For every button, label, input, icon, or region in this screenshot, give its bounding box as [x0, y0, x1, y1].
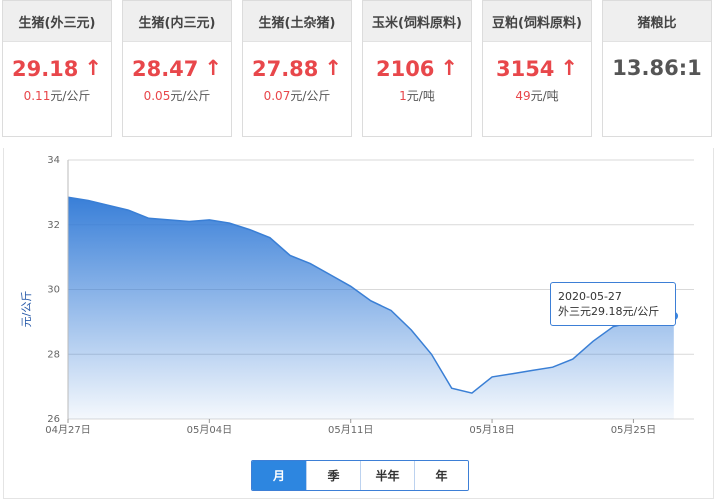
card-title: 猪粮比	[603, 1, 711, 42]
tab-half-year[interactable]: 半年	[360, 461, 414, 490]
card-unit: 元/吨	[530, 89, 559, 103]
tooltip-date: 2020-05-27	[558, 290, 622, 303]
range-tabs: 月 季 半年 年	[251, 460, 469, 491]
y-tick-label: 26	[47, 414, 60, 425]
price-cards: 生猪(外三元) 29.18 ↑ 0.11元/公斤 生猪(内三元) 28.47 ↑ 0…	[0, 0, 717, 140]
price-card-pig-grain-ratio: 猪粮比 13.86:1	[602, 0, 712, 137]
x-tick-label: 05月11日	[328, 424, 373, 436]
tab-year[interactable]: 年	[414, 461, 468, 490]
card-change: 0.07	[263, 89, 291, 103]
up-arrow-icon: ↑	[84, 56, 103, 80]
chart-tooltip: 2020-05-27 外三元29.18元/公斤	[550, 282, 676, 326]
card-price: 3154	[495, 57, 555, 81]
card-unit: 元/公斤	[290, 89, 331, 103]
card-price: 27.88	[251, 57, 319, 81]
tab-quarter[interactable]: 季	[306, 461, 360, 490]
x-tick-label: 05月18日	[469, 424, 514, 436]
card-unit: 元/公斤	[50, 89, 91, 103]
y-axis-label: 元/公斤	[20, 291, 33, 328]
card-title: 生猪(土杂猪)	[243, 1, 351, 42]
price-card-corn: 玉米(饲料原料) 2106 ↑ 1元/吨	[362, 0, 472, 137]
tooltip-value: 外三元29.18元/公斤	[558, 305, 660, 318]
card-unit: 元/吨	[406, 89, 435, 103]
card-title: 生猪(外三元)	[3, 1, 111, 42]
card-title: 豆粕(饲料原料)	[483, 1, 591, 42]
card-change: 0.11	[23, 89, 51, 103]
x-tick-label: 05月04日	[187, 424, 232, 436]
up-arrow-icon: ↑	[440, 56, 459, 80]
card-change: 0.05	[143, 89, 171, 103]
y-tick-label: 28	[47, 349, 60, 360]
y-tick-label: 32	[47, 220, 60, 231]
up-arrow-icon: ↑	[204, 56, 223, 80]
x-tick-label: 04月27日	[45, 424, 90, 436]
up-arrow-icon: ↑	[324, 56, 343, 80]
card-price: 2106	[375, 57, 435, 81]
tab-month[interactable]: 月	[252, 461, 306, 490]
x-tick-label: 05月25日	[611, 424, 656, 436]
price-card-pig-inner: 生猪(内三元) 28.47 ↑ 0.05元/公斤	[122, 0, 232, 137]
card-price: 29.18	[11, 57, 79, 81]
card-change: 49	[515, 89, 531, 103]
up-arrow-icon: ↑	[560, 56, 579, 80]
card-change: 1	[399, 89, 407, 103]
card-title: 生猪(内三元)	[123, 1, 231, 42]
card-title: 玉米(饲料原料)	[363, 1, 471, 42]
price-card-pig-outer: 生猪(外三元) 29.18 ↑ 0.11元/公斤	[2, 0, 112, 137]
y-tick-label: 30	[47, 285, 60, 296]
price-card-pig-local: 生猪(土杂猪) 27.88 ↑ 0.07元/公斤	[242, 0, 352, 137]
card-price: 13.86:1	[612, 56, 702, 80]
y-tick-label: 34	[47, 155, 60, 166]
card-price: 28.47	[131, 57, 199, 81]
price-card-soymeal: 豆粕(饲料原料) 3154 ↑ 49元/吨	[482, 0, 592, 137]
chart-panel: 26 28 30 32 34 04月27日 05月04日 05月11日 05月18日 05月25日…	[3, 139, 714, 499]
card-unit: 元/公斤	[170, 89, 211, 103]
